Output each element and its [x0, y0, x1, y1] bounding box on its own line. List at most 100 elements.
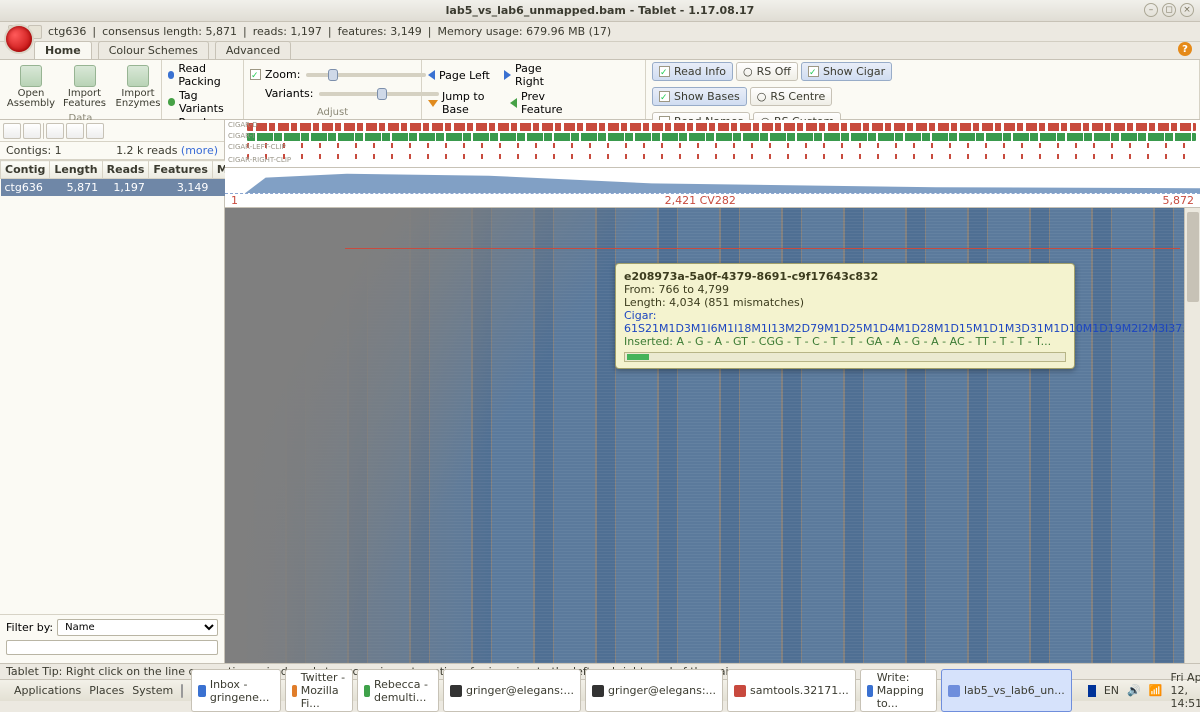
app-icon: [948, 685, 960, 697]
app-label: lab5_vs_lab6_un...: [964, 684, 1065, 697]
help-icon[interactable]: ?: [1178, 42, 1192, 56]
app-icon: [734, 685, 746, 697]
feature-tracks[interactable]: CIGAR-D CIGAR-I CIGAR-LEFT-CLIP CIGAR-RI…: [225, 120, 1200, 168]
reads-count: 1.2 k reads: [116, 144, 177, 157]
taskbar-app[interactable]: Twitter - Mozilla Fi...: [285, 669, 353, 712]
more-link[interactable]: (more): [181, 144, 218, 157]
group-label-adjust: Adjust: [250, 106, 415, 118]
vertical-scrollbar[interactable]: [1184, 208, 1200, 663]
tool-icon[interactable]: [46, 123, 64, 139]
memory-usage: Memory usage: 679.96 MB (17): [437, 25, 611, 38]
desktop-taskbar: Applications Places System Inbox - gring…: [0, 679, 1200, 701]
page-right-icon: [504, 70, 511, 80]
volume-icon[interactable]: 🔊: [1127, 684, 1141, 697]
taskbar-app[interactable]: Rebecca - demulti...: [357, 669, 439, 712]
app-label: gringer@elegans:...: [608, 684, 716, 697]
zoom-slider[interactable]: [306, 73, 426, 77]
launcher-icon[interactable]: [181, 684, 183, 698]
page-left-button[interactable]: Page Left: [439, 69, 490, 82]
menu-applications[interactable]: Applications: [14, 684, 81, 697]
track-left-clip[interactable]: [247, 143, 1196, 148]
show-bases-button[interactable]: Show Bases: [652, 87, 747, 106]
taskbar-app[interactable]: gringer@elegans:...: [443, 669, 581, 712]
variants-slider[interactable]: [319, 92, 439, 96]
tool-icon[interactable]: [3, 123, 21, 139]
col-contig[interactable]: Contig: [1, 161, 50, 179]
track-right-clip[interactable]: [247, 154, 1196, 159]
ribbon: Open Assembly Import Features Import Enz…: [0, 60, 1200, 120]
read-info-button[interactable]: Read Info: [652, 62, 733, 81]
col-length[interactable]: Length: [50, 161, 102, 179]
read-info-tooltip: e208973a-5a0f-4379-8691-c9f17643c832 Fro…: [615, 263, 1075, 369]
tool-icon[interactable]: [86, 123, 104, 139]
filter-by-select[interactable]: Name: [57, 619, 218, 636]
app-icon: [292, 685, 297, 697]
app-icon: [592, 685, 604, 697]
taskbar-app[interactable]: Inbox - gringene...: [191, 669, 281, 712]
app-label: Write: Mapping to...: [877, 671, 930, 710]
import-enzymes-button[interactable]: Import Enzymes: [113, 62, 163, 112]
app-icon: [450, 685, 462, 697]
scrollbar-thumb[interactable]: [1187, 212, 1199, 302]
track-cigar-d[interactable]: [247, 123, 1196, 131]
reads-pane[interactable]: e208973a-5a0f-4379-8691-c9f17643c832 Fro…: [225, 208, 1200, 663]
filter-input[interactable]: [6, 640, 218, 655]
track-cigar-i[interactable]: [247, 133, 1196, 141]
col-features[interactable]: Features: [149, 161, 212, 179]
minimize-icon[interactable]: –: [1144, 3, 1158, 17]
window-title: lab5_vs_lab6_unmapped.bam - Tablet - 1.1…: [446, 4, 755, 17]
window-titlebar: lab5_vs_lab6_unmapped.bam - Tablet - 1.1…: [0, 0, 1200, 22]
tag-variants-button[interactable]: Tag Variants: [179, 89, 237, 115]
track-label: CIGAR-D: [228, 121, 258, 129]
jump-icon: [428, 100, 438, 107]
taskbar-app[interactable]: gringer@elegans:...: [585, 669, 723, 712]
zoom-checkbox[interactable]: [250, 69, 261, 80]
taskbar-app[interactable]: lab5_vs_lab6_un...: [941, 669, 1072, 712]
arrow-icon: [627, 354, 649, 360]
page-right-button[interactable]: Page Right: [515, 62, 570, 88]
ruler-mid: 2,421 CV282: [665, 194, 736, 207]
menu-system[interactable]: System: [132, 684, 173, 697]
tab-advanced[interactable]: Advanced: [215, 41, 291, 59]
prev-feature-button[interactable]: Prev Feature: [521, 90, 582, 116]
prev-feature-icon: [510, 98, 517, 108]
feature-count: features: 3,149: [338, 25, 422, 38]
maximize-icon[interactable]: ◻: [1162, 3, 1176, 17]
app-icon: [198, 685, 206, 697]
taskbar-app[interactable]: samtools.32171...: [727, 669, 856, 712]
open-assembly-button[interactable]: Open Assembly: [6, 62, 56, 112]
menu-places[interactable]: Places: [89, 684, 124, 697]
highlighted-read[interactable]: [345, 248, 1180, 249]
clock: Fri Apr 12, 14:51: [1170, 671, 1200, 710]
import-features-icon: [74, 65, 96, 87]
app-label: Rebecca - demulti...: [374, 678, 432, 704]
jump-to-base-button[interactable]: Jump to Base: [442, 90, 500, 116]
tab-colour-schemes[interactable]: Colour Schemes: [98, 41, 209, 59]
track-label: CIGAR-RIGHT-CLIP: [228, 156, 291, 164]
rs-centre-button[interactable]: ○RS Centre: [750, 87, 833, 106]
keyboard-lang[interactable]: EN: [1104, 684, 1119, 697]
tool-icon[interactable]: [23, 123, 41, 139]
close-icon[interactable]: ×: [1180, 3, 1194, 17]
info-bar: ctg636 | consensus length: 5,871 | reads…: [0, 22, 1200, 42]
sidebar: Contigs: 1 1.2 k reads (more) Contig Len…: [0, 120, 225, 663]
contig-name: ctg636: [48, 25, 86, 38]
flag-icon[interactable]: [1088, 685, 1096, 697]
network-icon[interactable]: 📶: [1149, 684, 1163, 697]
col-reads[interactable]: Reads: [102, 161, 149, 179]
app-logo-icon[interactable]: [6, 26, 32, 52]
taskbar-app[interactable]: Write: Mapping to...: [860, 669, 937, 712]
show-cigar-button[interactable]: Show Cigar: [801, 62, 892, 81]
coverage-track[interactable]: [225, 168, 1200, 194]
app-icon: [867, 685, 873, 697]
tab-home[interactable]: Home: [34, 41, 92, 59]
tooltip-from: From: 766 to 4,799: [624, 283, 1066, 296]
ribbon-tabs: Home Colour Schemes Advanced ?: [0, 42, 1200, 60]
read-packing-button[interactable]: Read Packing: [178, 62, 237, 88]
chk-icon: [659, 91, 670, 102]
app-label: Inbox - gringene...: [210, 678, 274, 704]
rs-off-button[interactable]: ○RS Off: [736, 62, 798, 81]
import-features-button[interactable]: Import Features: [60, 62, 109, 112]
ruler: 1 2,421 CV282 5,872: [225, 194, 1200, 208]
tool-icon[interactable]: [66, 123, 84, 139]
